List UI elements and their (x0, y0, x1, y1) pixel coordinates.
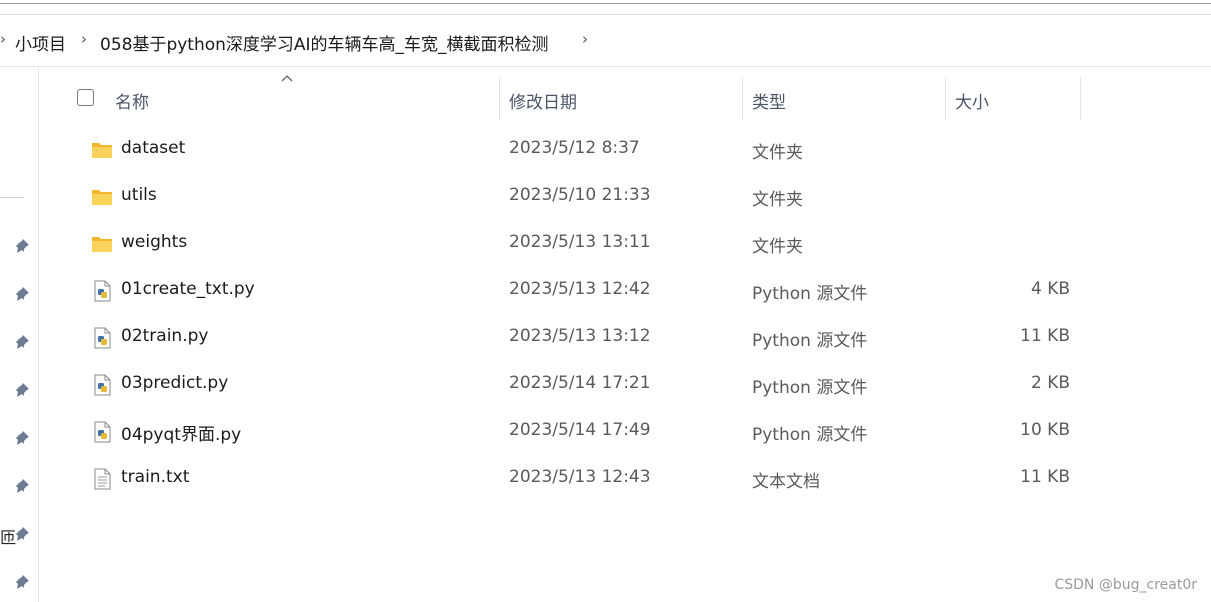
select-all-checkbox[interactable] (77, 89, 94, 106)
file-date: 2023/5/14 17:21 (509, 373, 651, 393)
breadcrumb: › 小项目 › 058基于python深度学习AI的车辆车高_车宽_横截面积检测… (0, 16, 1211, 67)
watermark: CSDN @bug_creat0r (1054, 577, 1197, 593)
navigation-pane: 匝 (0, 67, 39, 602)
sort-ascending-icon (281, 75, 293, 82)
file-name[interactable]: 03predict.py (121, 373, 228, 393)
file-name[interactable]: utils (121, 185, 157, 205)
chevron-right-icon[interactable]: › (0, 30, 6, 48)
chevron-right-icon[interactable]: › (582, 30, 588, 48)
file-type: Python 源文件 (752, 284, 868, 304)
file-type: 文件夹 (752, 143, 803, 163)
file-size: 2 KB (1030, 373, 1070, 393)
text-file-icon (94, 468, 111, 490)
file-name[interactable]: train.txt (121, 467, 189, 487)
file-name[interactable]: weights (121, 232, 187, 252)
file-row[interactable]: dataset 2023/5/12 8:37 文件夹 (40, 126, 1211, 173)
file-date: 2023/5/10 21:33 (509, 185, 651, 205)
column-divider[interactable] (1080, 77, 1081, 120)
folder-icon (92, 190, 112, 205)
pin-icon[interactable] (14, 574, 30, 590)
file-name[interactable]: 04pyqt界面.py (121, 420, 241, 445)
file-name[interactable]: dataset (121, 138, 185, 158)
column-divider[interactable] (945, 77, 946, 120)
file-name[interactable]: 01create_txt.py (121, 279, 255, 299)
file-date: 2023/5/13 13:11 (509, 232, 651, 252)
file-date: 2023/5/13 12:43 (509, 467, 651, 487)
file-row[interactable]: 02train.py 2023/5/13 13:12 Python 源文件 11… (40, 314, 1211, 361)
chevron-right-icon[interactable]: › (81, 30, 87, 48)
file-size: 11 KB (1020, 467, 1070, 487)
pin-icon[interactable] (14, 430, 30, 446)
file-row[interactable]: 01create_txt.py 2023/5/13 12:42 Python 源… (40, 267, 1211, 314)
file-row[interactable]: 03predict.py 2023/5/14 17:21 Python 源文件 … (40, 361, 1211, 408)
file-size: 10 KB (1020, 420, 1070, 440)
column-header-size[interactable]: 大小 (955, 88, 989, 113)
pin-icon[interactable] (14, 238, 30, 254)
breadcrumb-item-parent[interactable]: 小项目 (15, 30, 66, 55)
pin-icon[interactable] (14, 334, 30, 350)
pin-icon[interactable] (14, 286, 30, 302)
file-date: 2023/5/13 13:12 (509, 326, 651, 346)
file-row[interactable]: 04pyqt界面.py 2023/5/14 17:49 Python 源文件 1… (40, 408, 1211, 455)
file-type: 文本文档 (752, 472, 820, 492)
file-name[interactable]: 02train.py (121, 326, 208, 346)
column-header-date[interactable]: 修改日期 (509, 88, 577, 113)
column-header-type[interactable]: 类型 (752, 88, 786, 113)
column-header-name[interactable]: 名称 (115, 88, 149, 113)
breadcrumb-item-current[interactable]: 058基于python深度学习AI的车辆车高_车宽_横截面积检测 (100, 30, 549, 55)
folder-icon (92, 237, 112, 252)
python-file-icon (94, 327, 111, 349)
sidebar-divider (0, 197, 24, 198)
file-date: 2023/5/14 17:49 (509, 420, 651, 440)
file-row[interactable]: utils 2023/5/10 21:33 文件夹 (40, 173, 1211, 220)
python-file-icon (94, 374, 111, 396)
file-type: Python 源文件 (752, 331, 868, 351)
python-file-icon (94, 280, 111, 302)
file-row[interactable]: train.txt 2023/5/13 12:43 文本文档 11 KB (40, 455, 1211, 502)
file-row[interactable]: weights 2023/5/13 13:11 文件夹 (40, 220, 1211, 267)
file-date: 2023/5/13 12:42 (509, 279, 651, 299)
file-type: 文件夹 (752, 237, 803, 257)
file-date: 2023/5/12 8:37 (509, 138, 640, 158)
pin-icon[interactable] (14, 526, 30, 542)
pin-icon[interactable] (14, 382, 30, 398)
python-file-icon (94, 421, 111, 443)
column-divider[interactable] (742, 77, 743, 120)
file-type: Python 源文件 (752, 378, 868, 398)
file-size: 11 KB (1020, 326, 1070, 346)
column-divider[interactable] (499, 77, 500, 120)
folder-icon (92, 143, 112, 158)
pin-icon[interactable] (14, 478, 30, 494)
file-type: Python 源文件 (752, 425, 868, 445)
file-size: 4 KB (1030, 279, 1070, 299)
title-bar-edge (0, 0, 1211, 15)
file-type: 文件夹 (752, 190, 803, 210)
